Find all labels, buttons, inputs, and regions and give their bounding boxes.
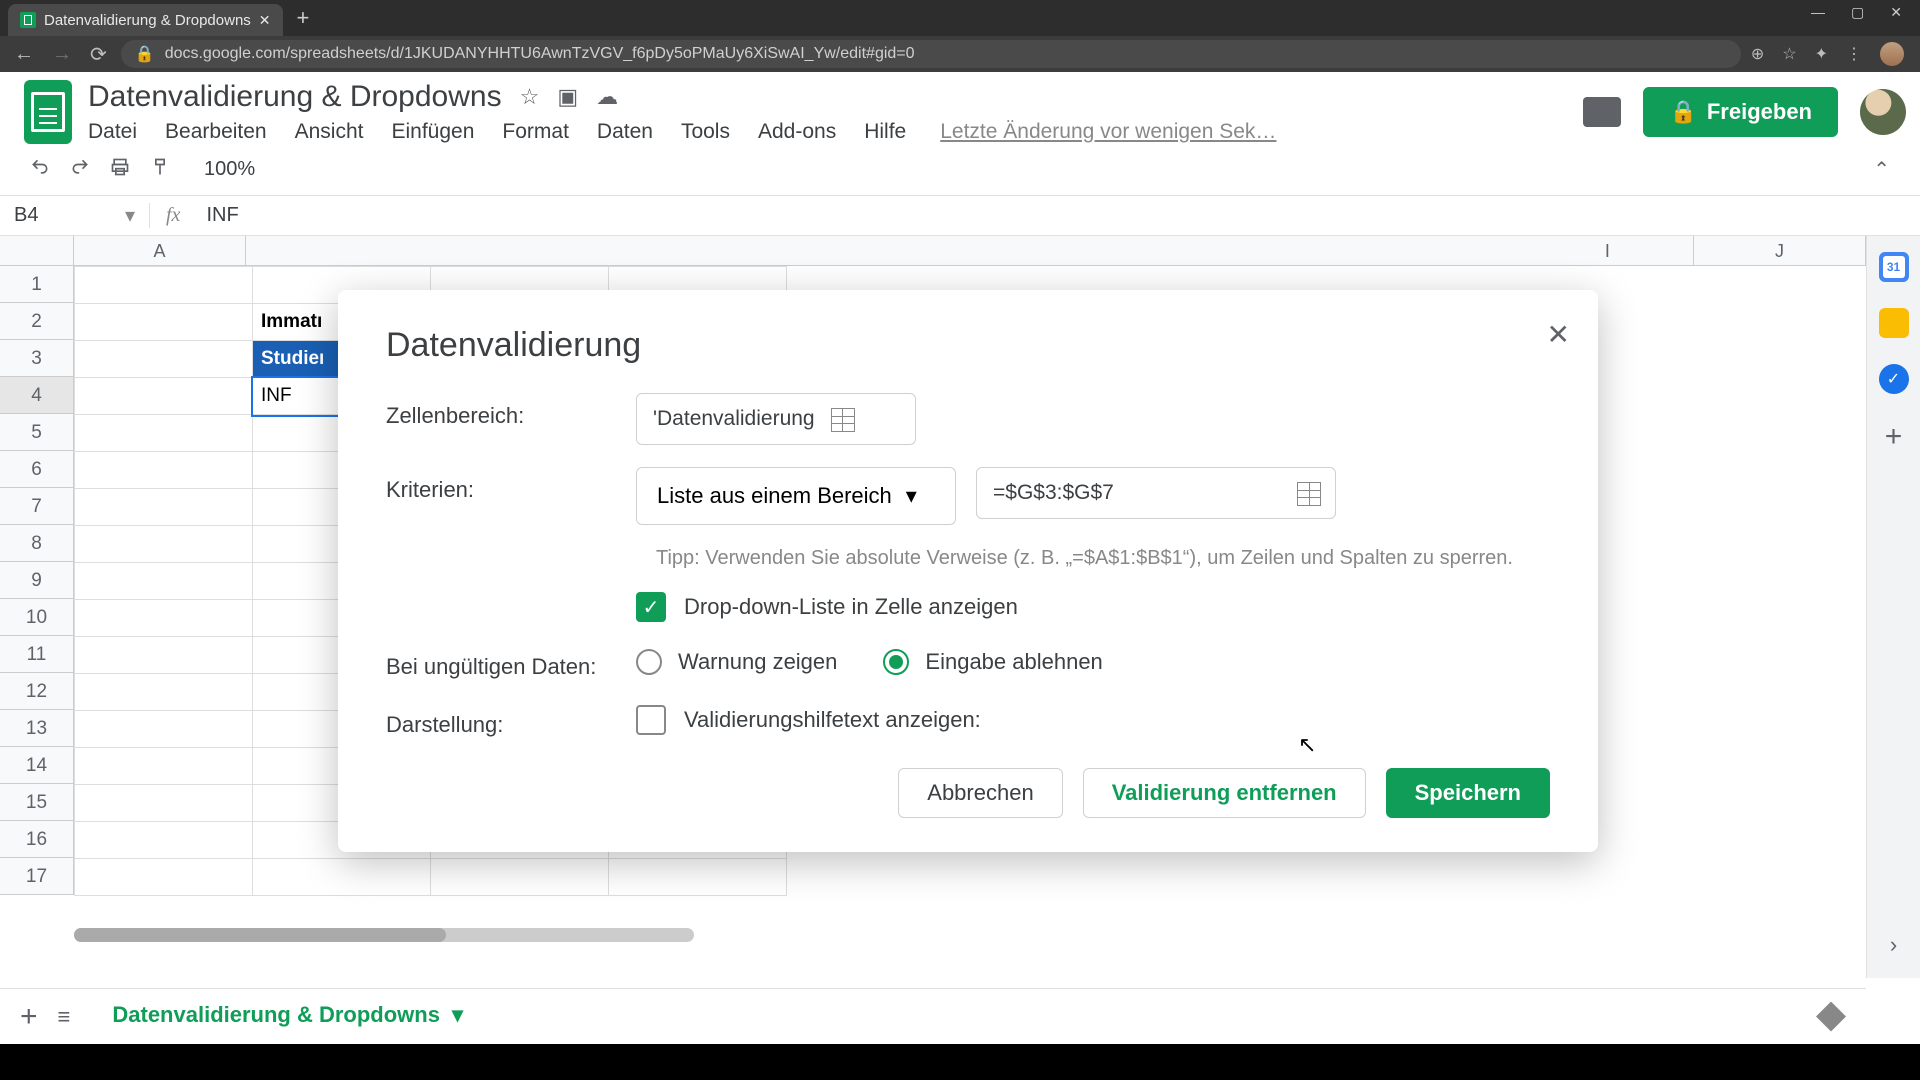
extensions-icon[interactable]: ✦ [1815, 44, 1828, 64]
sheets-logo-icon[interactable] [24, 80, 72, 144]
last-edit-link[interactable]: Letzte Änderung vor wenigen Sek… [940, 120, 1276, 144]
sheet-tab-bar: + ≡ Datenvalidierung & Dropdowns ▾ [0, 988, 1866, 1044]
cancel-button[interactable]: Abbrechen [898, 768, 1062, 818]
reject-radio[interactable] [883, 649, 909, 675]
tab-title: Datenvalidierung & Dropdowns [44, 12, 251, 29]
formula-bar[interactable]: INF [196, 204, 238, 227]
helptext-label: Validierungshilfetext anzeigen: [684, 707, 981, 733]
menu-data[interactable]: Daten [597, 120, 653, 144]
grid-select-icon[interactable] [1297, 482, 1319, 504]
show-dropdown-checkbox[interactable]: ✓ [636, 592, 666, 622]
cell-range-input[interactable]: 'Datenvalidierung [636, 393, 916, 445]
cell-range-label: Zellenbereich: [386, 393, 636, 429]
undo-icon[interactable] [30, 157, 50, 182]
share-button[interactable]: 🔒 Freigeben [1643, 87, 1838, 137]
chevron-down-icon: ▾ [906, 483, 917, 509]
dialog-close-icon[interactable]: ✕ [1547, 318, 1570, 351]
chevron-down-icon: ▾ [125, 203, 135, 228]
lock-icon: 🔒 [1669, 99, 1696, 125]
redo-icon[interactable] [70, 157, 90, 182]
window-maximize-icon[interactable]: ▢ [1851, 4, 1864, 21]
criteria-tip: Tipp: Verwenden Sie absolute Verweise (z… [636, 547, 1550, 570]
star-icon[interactable]: ☆ [520, 84, 540, 110]
sheets-favicon-icon [20, 12, 36, 28]
window-minimize-icon[interactable]: — [1811, 4, 1825, 21]
fx-icon: fx [150, 204, 196, 227]
grid-select-icon[interactable] [831, 408, 853, 430]
add-sheet-button[interactable]: + [20, 1000, 38, 1034]
print-icon[interactable] [110, 157, 130, 182]
col-header[interactable]: I [1522, 236, 1694, 265]
side-panel: + › [1866, 236, 1920, 978]
url-input[interactable]: 🔒 docs.google.com/spreadsheets/d/1JKUDAN… [121, 40, 1741, 68]
move-to-folder-icon[interactable]: ▣ [557, 84, 578, 110]
browser-menu-icon[interactable]: ⋮ [1846, 44, 1862, 64]
nav-reload-icon[interactable]: ⟳ [86, 42, 111, 67]
add-addon-icon[interactable]: + [1885, 420, 1903, 454]
cloud-status-icon[interactable]: ☁ [596, 84, 618, 110]
dialog-title: Datenvalidierung [386, 326, 1550, 365]
browser-tabbar: Datenvalidierung & Dropdowns ✕ + — ▢ ✕ [0, 0, 1920, 36]
menu-insert[interactable]: Einfügen [391, 120, 474, 144]
save-button[interactable]: Speichern [1386, 768, 1550, 818]
toolbar: 100% ⌃ [0, 144, 1920, 196]
chevron-down-icon[interactable]: ▾ [452, 1002, 463, 1028]
lock-icon: 🔒 [135, 44, 155, 64]
reject-label: Eingabe ablehnen [925, 649, 1102, 675]
warn-label: Warnung zeigen [678, 649, 837, 675]
col-header[interactable]: A [74, 236, 246, 265]
document-title[interactable]: Datenvalidierung & Dropdowns [88, 80, 502, 114]
row-headers[interactable]: 123 456 789 101112 131415 1617 [0, 266, 74, 895]
menu-addons[interactable]: Add-ons [758, 120, 836, 144]
nav-back-icon[interactable]: ← [10, 43, 38, 66]
menu-view[interactable]: Ansicht [295, 120, 364, 144]
remove-validation-button[interactable]: Validierung entfernen [1083, 768, 1366, 818]
tasks-icon[interactable] [1879, 364, 1909, 394]
bookmark-icon[interactable]: ☆ [1782, 44, 1796, 64]
data-validation-dialog: Datenvalidierung ✕ Zellenbereich: 'Daten… [338, 290, 1598, 852]
zoom-select[interactable]: 100% [204, 158, 255, 181]
menu-format[interactable]: Format [502, 120, 569, 144]
sheet-tab[interactable]: Datenvalidierung & Dropdowns ▾ [90, 992, 485, 1041]
window-close-icon[interactable]: ✕ [1890, 4, 1902, 21]
menu-edit[interactable]: Bearbeiten [165, 120, 267, 144]
keep-icon[interactable] [1879, 308, 1909, 338]
sheet-tab-label: Datenvalidierung & Dropdowns [112, 1002, 440, 1028]
criteria-range-input[interactable]: =$G$3:$G$7 [976, 467, 1336, 519]
menu-tools[interactable]: Tools [681, 120, 730, 144]
nav-forward-icon[interactable]: → [48, 43, 76, 66]
zoom-icon[interactable]: ⊕ [1751, 44, 1764, 64]
comments-icon[interactable] [1583, 97, 1621, 127]
select-all-corner[interactable] [0, 236, 74, 266]
helptext-checkbox[interactable]: ✓ [636, 705, 666, 735]
menu-bar: Datei Bearbeiten Ansicht Einfügen Format… [88, 116, 1276, 144]
all-sheets-icon[interactable]: ≡ [58, 1004, 71, 1030]
calendar-icon[interactable] [1879, 252, 1909, 282]
invalid-data-label: Bei ungültigen Daten: [386, 644, 636, 680]
appearance-label: Darstellung: [386, 702, 636, 738]
paint-format-icon[interactable] [150, 157, 170, 182]
name-box[interactable]: B4 ▾ [0, 203, 150, 228]
explore-icon[interactable] [1816, 1002, 1846, 1032]
column-headers[interactable]: A I J [74, 236, 1866, 266]
toolbar-collapse-icon[interactable]: ⌃ [1873, 157, 1890, 182]
col-header[interactable]: J [1694, 236, 1866, 265]
account-avatar[interactable] [1860, 89, 1906, 135]
browser-addressbar: ← → ⟳ 🔒 docs.google.com/spreadsheets/d/1… [0, 36, 1920, 72]
close-tab-icon[interactable]: ✕ [259, 12, 271, 29]
criteria-type-select[interactable]: Liste aus einem Bereich ▾ [636, 467, 956, 525]
menu-file[interactable]: Datei [88, 120, 137, 144]
horizontal-scrollbar[interactable] [74, 928, 694, 942]
warn-radio[interactable] [636, 649, 662, 675]
criteria-label: Kriterien: [386, 467, 636, 503]
menu-help[interactable]: Hilfe [864, 120, 906, 144]
share-label: Freigeben [1707, 99, 1812, 125]
side-panel-collapse-icon[interactable]: › [1890, 932, 1897, 958]
name-box-value: B4 [14, 204, 38, 227]
show-dropdown-label: Drop-down-Liste in Zelle anzeigen [684, 594, 1018, 620]
browser-tab[interactable]: Datenvalidierung & Dropdowns ✕ [8, 4, 283, 36]
new-tab-button[interactable]: + [283, 5, 324, 31]
url-text: docs.google.com/spreadsheets/d/1JKUDANYH… [165, 45, 915, 63]
browser-profile-avatar[interactable] [1880, 42, 1904, 66]
